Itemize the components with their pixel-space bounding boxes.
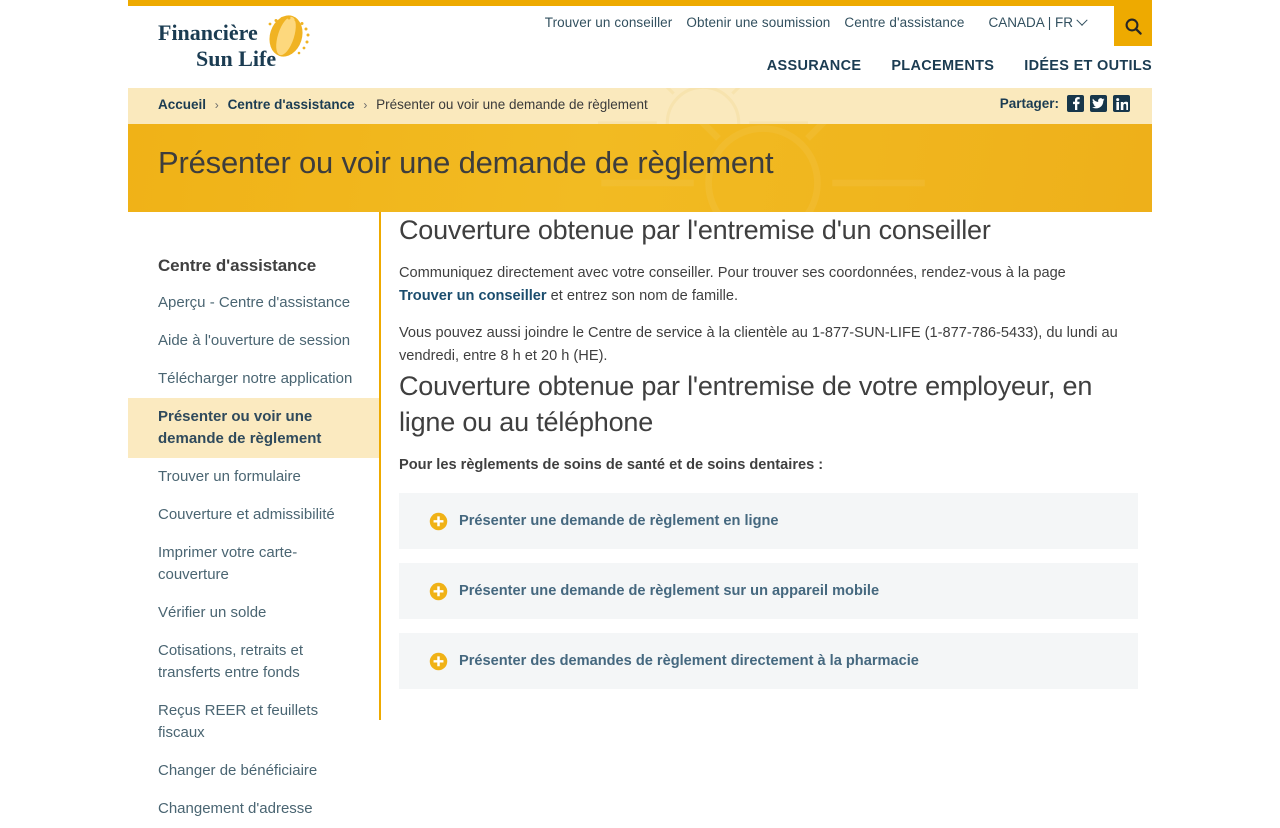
svg-text:Financière: Financière: [158, 20, 258, 45]
sidebar-link-couverture-admissibilite[interactable]: Couverture et admissibilité: [128, 496, 379, 534]
section-heading-employeur: Couverture obtenue par l'entremise de vo…: [399, 371, 1093, 437]
accordion-item-demande-en-ligne[interactable]: Présenter une demande de règlement en li…: [399, 493, 1138, 549]
plus-circle-icon: [429, 652, 448, 670]
breadcrumb-separator-2: ›: [363, 98, 368, 112]
locale-label: CANADA | FR: [988, 15, 1073, 30]
plus-circle-icon: [429, 582, 448, 600]
accordion-label-appareil-mobile: Présenter une demande de règlement sur u…: [459, 583, 880, 599]
sidebar-nav-list: Aperçu - Centre d'assistance Aide à l'ou…: [128, 284, 379, 828]
site-header: Financière Sun Life Trouver un conseille…: [128, 6, 1152, 88]
util-link-obtenir-une-soumission[interactable]: Obtenir une soumission: [686, 15, 830, 30]
share-group: Partager:: [1000, 95, 1130, 112]
sidebar-link-trouver-un-formulaire[interactable]: Trouver un formulaire: [128, 458, 379, 496]
sidebar-item-verifier-un-solde[interactable]: Vérifier un solde: [128, 594, 379, 632]
sidebar-item-changement-dadresse[interactable]: Changement d'adresse: [128, 790, 379, 828]
accordion-item-pharmacie[interactable]: Présenter des demandes de règlement dire…: [399, 633, 1138, 689]
nav-assurance[interactable]: ASSURANCE: [767, 58, 862, 74]
accordion-label-pharmacie: Présenter des demandes de règlement dire…: [459, 653, 919, 669]
sidebar-link-changement-dadresse[interactable]: Changement d'adresse: [128, 790, 379, 828]
content-container: Financière Sun Life Trouver un conseille…: [128, 0, 1152, 817]
sidebar-item-apercu-centre-dassistance[interactable]: Aperçu - Centre d'assistance: [128, 284, 379, 322]
sidebar-link-apercu-centre-dassistance[interactable]: Aperçu - Centre d'assistance: [128, 284, 379, 322]
sidebar-link-cotisations-retraits-transferts[interactable]: Cotisations, retraits et transferts entr…: [128, 632, 379, 692]
search-button[interactable]: [1114, 6, 1152, 46]
accordion-item-appareil-mobile[interactable]: Présenter une demande de règlement sur u…: [399, 563, 1138, 619]
breadcrumb-item-current: Présenter ou voir une demande de règleme…: [376, 97, 648, 112]
paragraph-conseiller-text-post: et entrez son nom de famille.: [546, 288, 739, 304]
linkedin-icon[interactable]: [1113, 95, 1130, 112]
util-link-centre-dassistance[interactable]: Centre d'assistance: [844, 15, 964, 30]
paragraph-conseiller: Communiquez directement avec votre conse…: [399, 248, 1119, 308]
page-title: Présenter ou voir une demande de règleme…: [158, 145, 774, 180]
paragraph-centre-de-service: Vous pouvez aussi joindre le Centre de s…: [399, 325, 1118, 364]
sub-heading-soins-sante-dentaires: Pour les règlements de soins de santé et…: [399, 457, 824, 473]
page-body: Centre d'assistance Aperçu - Centre d'as…: [128, 212, 1152, 817]
breadcrumb-item-centre-dassistance[interactable]: Centre d'assistance: [228, 97, 355, 112]
sidebar-item-recus-reer-feuillets-fiscaux[interactable]: Reçus REER et feuillets fiscaux: [128, 692, 379, 752]
page-hero-banner: Présenter ou voir une demande de règleme…: [128, 124, 1152, 212]
svg-text:Sun Life: Sun Life: [196, 46, 276, 71]
sidebar-link-imprimer-carte-couverture[interactable]: Imprimer votre carte-couverture: [128, 534, 379, 594]
sunlife-logo[interactable]: Financière Sun Life: [158, 14, 338, 76]
sidebar-link-recus-reer-feuillets-fiscaux[interactable]: Reçus REER et feuillets fiscaux: [128, 692, 379, 752]
sidebar-link-verifier-un-solde[interactable]: Vérifier un solde: [128, 594, 379, 632]
sidebar-link-aide-ouverture-session[interactable]: Aide à l'ouverture de session: [128, 322, 379, 360]
paragraph-conseiller-text-pre: Communiquez directement avec votre conse…: [399, 265, 1066, 281]
main-navigation: ASSURANCE PLACEMENTS IDÉES ET OUTILS: [767, 58, 1152, 74]
sidebar-link-changer-de-beneficiaire[interactable]: Changer de bénéficiaire: [128, 752, 379, 790]
sidebar-item-telecharger-application[interactable]: Télécharger notre application: [128, 360, 379, 398]
sidebar: Centre d'assistance Aperçu - Centre d'as…: [128, 212, 381, 817]
util-link-trouver-un-conseiller[interactable]: Trouver un conseiller: [545, 15, 673, 30]
sidebar-link-telecharger-application[interactable]: Télécharger notre application: [128, 360, 379, 398]
utility-navigation: Trouver un conseiller Obtenir une soumis…: [545, 14, 1088, 30]
accordion-label-demande-en-ligne: Présenter une demande de règlement en li…: [459, 513, 779, 529]
facebook-icon[interactable]: [1067, 95, 1084, 112]
sidebar-item-couverture-admissibilite[interactable]: Couverture et admissibilité: [128, 496, 379, 534]
breadcrumb: Accueil › Centre d'assistance › Présente…: [158, 97, 648, 112]
chevron-down-icon: [1076, 14, 1088, 26]
sidebar-item-imprimer-carte-couverture[interactable]: Imprimer votre carte-couverture: [128, 534, 379, 594]
breadcrumb-item-accueil[interactable]: Accueil: [158, 97, 206, 112]
sidebar-item-cotisations-retraits-transferts[interactable]: Cotisations, retraits et transferts entr…: [128, 632, 379, 692]
locale-selector[interactable]: CANADA | FR: [988, 14, 1088, 30]
sidebar-link-presenter-voir-demande-reglement[interactable]: Présenter ou voir une demande de règleme…: [128, 398, 379, 458]
sidebar-item-presenter-voir-demande-reglement[interactable]: Présenter ou voir une demande de règleme…: [128, 398, 379, 458]
sidebar-item-aide-ouverture-session[interactable]: Aide à l'ouverture de session: [128, 322, 379, 360]
accordion-list: Présenter une demande de règlement en li…: [399, 493, 1138, 689]
sidebar-item-trouver-un-formulaire[interactable]: Trouver un formulaire: [128, 458, 379, 496]
breadcrumb-bar: Accueil › Centre d'assistance › Présente…: [128, 88, 1152, 124]
share-label: Partager:: [999, 96, 1059, 111]
section-heading-conseiller: Couverture obtenue par l'entremise d'un …: [399, 215, 991, 245]
sidebar-item-changer-de-beneficiaire[interactable]: Changer de bénéficiaire: [128, 752, 379, 790]
main-content: Couverture obtenue par l'entremise d'un …: [399, 212, 1152, 720]
nav-placements[interactable]: PLACEMENTS: [891, 58, 994, 74]
sidebar-title: Centre d'assistance: [158, 256, 317, 275]
plus-circle-icon: [429, 512, 448, 530]
search-icon: [1125, 18, 1142, 35]
link-trouver-un-conseiller[interactable]: Trouver un conseiller: [399, 288, 547, 304]
twitter-icon[interactable]: [1090, 95, 1107, 112]
nav-idees-et-outils[interactable]: IDÉES ET OUTILS: [1024, 58, 1152, 74]
page-root: Financière Sun Life Trouver un conseille…: [0, 0, 1280, 817]
breadcrumb-separator-1: ›: [214, 98, 219, 112]
